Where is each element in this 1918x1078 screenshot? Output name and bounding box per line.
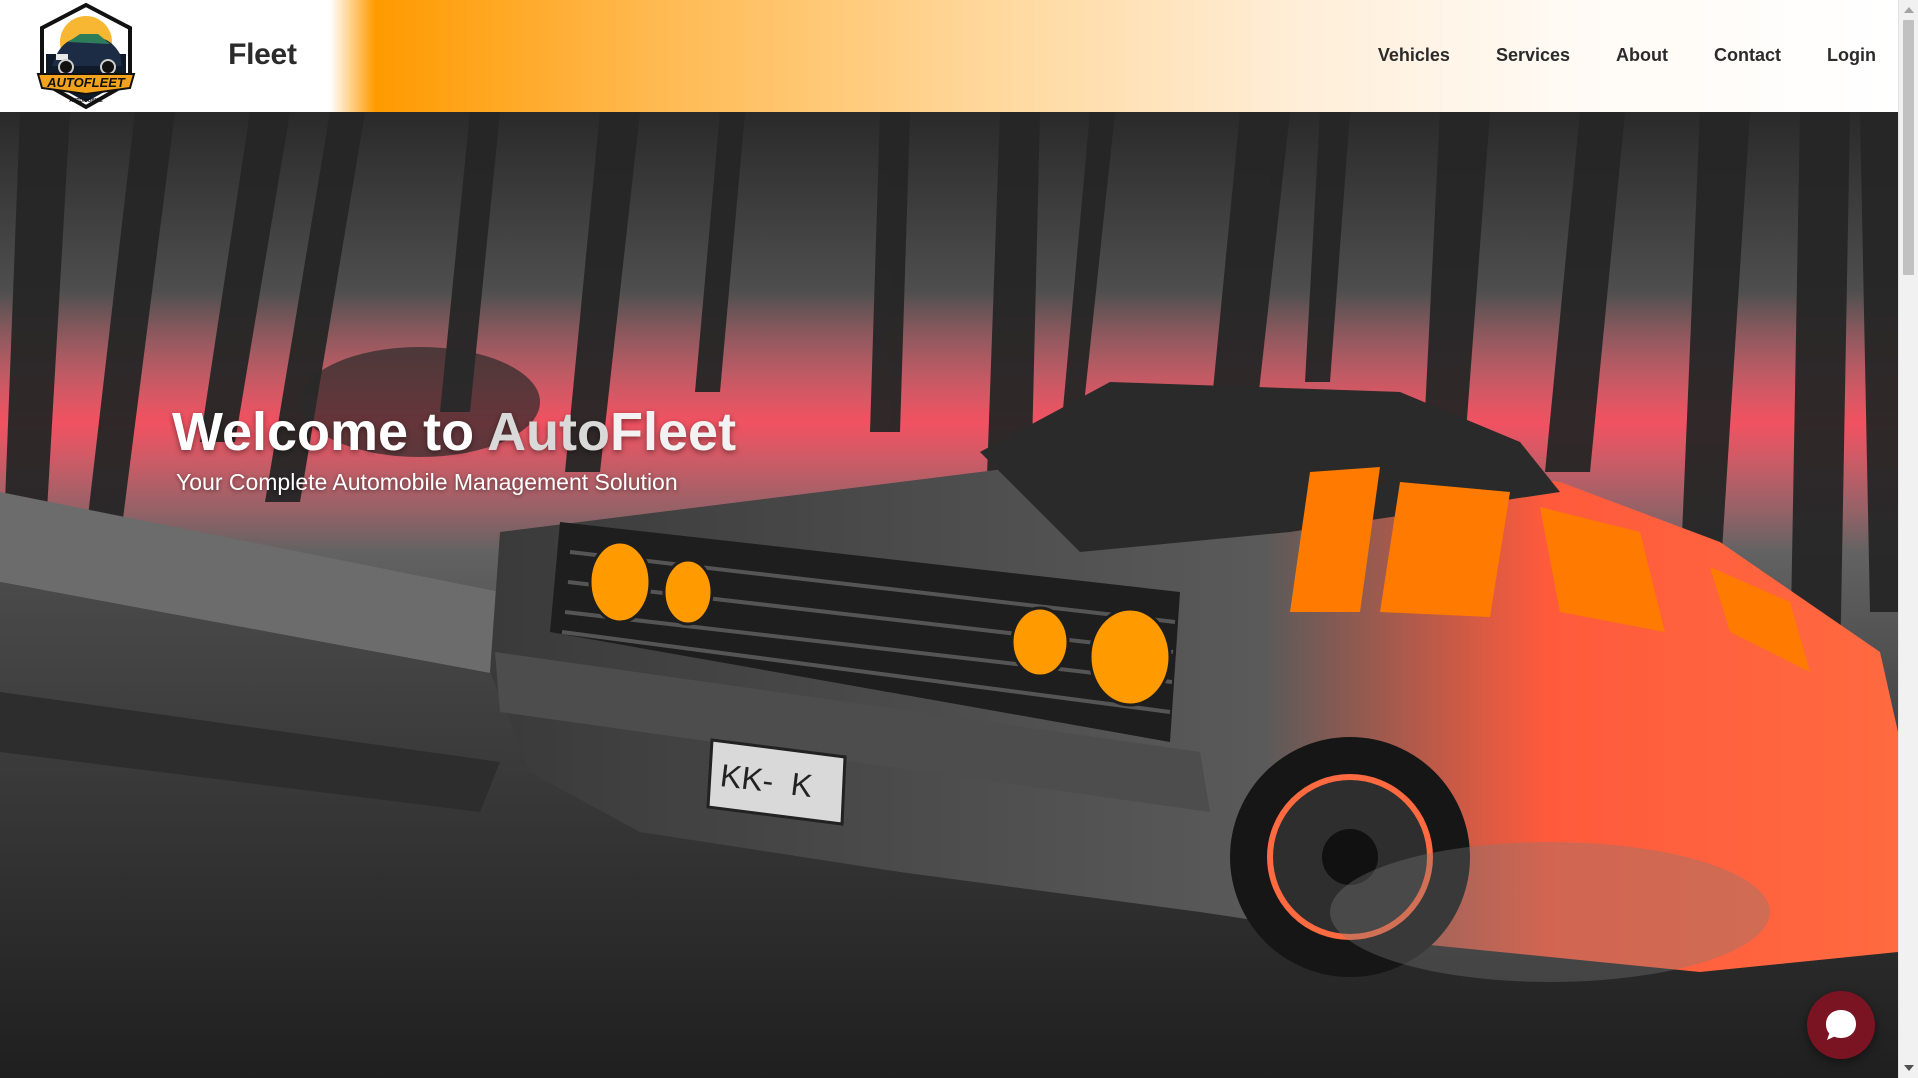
brand-fleet: Fleet [228,38,297,71]
hero-title-prefix: Welcome to [172,402,488,462]
scroll-down-arrow-icon[interactable] [1904,1065,1914,1071]
hero-title-fleet: Fleet [610,402,737,462]
hero-section: KK- K Welcome to AutoFleet Your Complete… [0,112,1898,1078]
nav-link-vehicles[interactable]: Vehicles [1355,43,1473,67]
brand-auto: Auto [161,38,229,71]
logo-text-sub: AUTOMOBILE [69,98,103,104]
scroll-up-arrow-icon[interactable] [1904,7,1914,13]
nav-link-about[interactable]: About [1593,43,1691,67]
nav-link-contact[interactable]: Contact [1691,43,1804,67]
car-badge-logo-icon: AUTOFLEET AUTOMOBILE [36,2,136,110]
hero-title: Welcome to AutoFleet [172,402,736,462]
site-header: AUTOFLEET AUTOMOBILE AutoFleet Vehicles … [0,0,1898,112]
scroll-thumb[interactable] [1903,20,1914,275]
hero-text-block: Welcome to AutoFleet Your Complete Autom… [172,402,736,496]
chat-bubble-icon [1826,1010,1856,1040]
hero-title-auto: Auto [487,402,611,462]
classic-car-forest-illustration-icon: KK- K [0,112,1898,1078]
autofleet-logo[interactable]: AUTOFLEET AUTOMOBILE [32,2,140,110]
chat-button[interactable] [1807,991,1875,1059]
brand-name[interactable]: AutoFleet [161,38,297,72]
hero-subtitle: Your Complete Automobile Management Solu… [176,469,678,495]
nav-link-services[interactable]: Services [1473,43,1593,67]
nav-link-login[interactable]: Login [1804,43,1876,67]
logo-text-main: AUTOFLEET [46,75,126,90]
main-nav: Vehicles Services About Contact Login [1355,43,1876,67]
page: AUTOFLEET AUTOMOBILE AutoFleet Vehicles … [0,0,1898,1078]
page-scrollbar[interactable] [1898,0,1918,1078]
